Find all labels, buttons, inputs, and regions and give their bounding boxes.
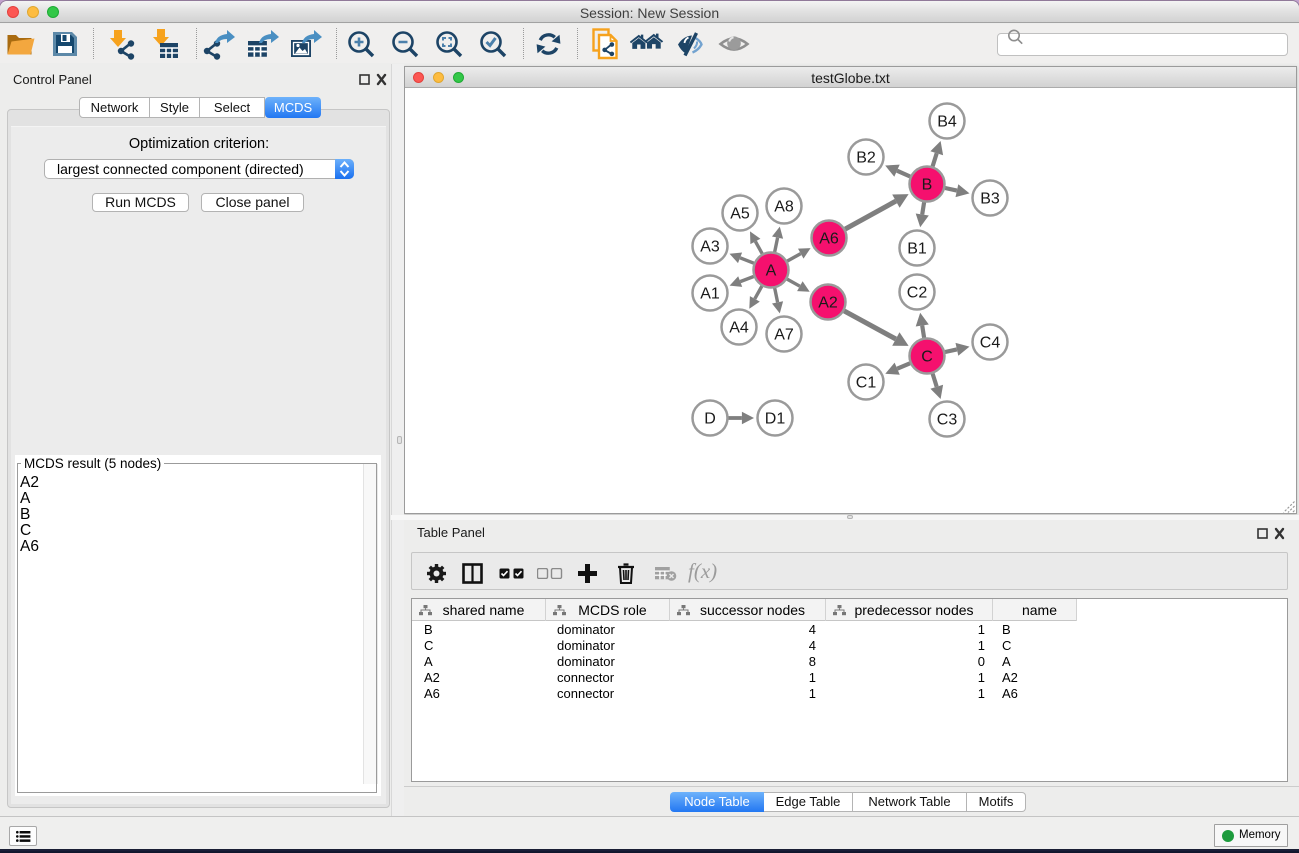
svg-text:B4: B4: [937, 114, 957, 131]
svg-text:A3: A3: [700, 239, 720, 256]
svg-text:B: B: [922, 177, 933, 194]
svg-text:B1: B1: [907, 241, 927, 258]
svg-text:A2: A2: [818, 295, 838, 312]
svg-text:A4: A4: [729, 320, 749, 337]
svg-text:B2: B2: [856, 150, 876, 167]
svg-text:C3: C3: [937, 412, 958, 429]
svg-text:A7: A7: [774, 327, 794, 344]
svg-text:C2: C2: [907, 285, 928, 302]
svg-text:C1: C1: [856, 375, 877, 392]
svg-text:A8: A8: [774, 199, 794, 216]
svg-text:D1: D1: [765, 411, 786, 428]
svg-text:A: A: [766, 263, 777, 280]
svg-text:A6: A6: [819, 231, 839, 248]
svg-text:C: C: [921, 349, 933, 366]
svg-text:A5: A5: [730, 206, 750, 223]
svg-text:A1: A1: [700, 286, 720, 303]
svg-text:B3: B3: [980, 191, 1000, 208]
svg-text:C4: C4: [980, 335, 1001, 352]
svg-text:D: D: [704, 411, 716, 428]
